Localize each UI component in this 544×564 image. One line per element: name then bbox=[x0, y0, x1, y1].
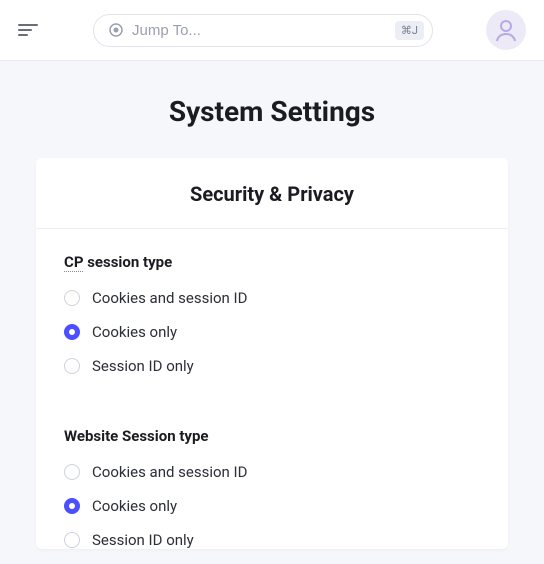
cp-session-type-section: CP session type Cookies and session ID C… bbox=[36, 229, 508, 375]
card-title: Security & Privacy bbox=[36, 182, 508, 206]
radio-indicator bbox=[64, 532, 80, 548]
field-label: CP session type bbox=[64, 253, 480, 271]
card-header: Security & Privacy bbox=[36, 158, 508, 229]
search-input[interactable] bbox=[132, 22, 387, 39]
page-title: System Settings bbox=[0, 95, 544, 128]
field-label: Website Session type bbox=[64, 427, 480, 445]
website-session-type-section: Website Session type Cookies and session… bbox=[36, 403, 508, 549]
user-icon bbox=[493, 17, 519, 43]
radio-indicator bbox=[64, 358, 80, 374]
radio-group: Cookies and session ID Cookies only Sess… bbox=[64, 289, 480, 375]
radio-label: Session ID only bbox=[92, 357, 194, 375]
avatar[interactable] bbox=[486, 10, 526, 50]
field-label-text: session type bbox=[83, 253, 172, 271]
search-container: ⌘J bbox=[58, 14, 468, 47]
search-shortcut: ⌘J bbox=[395, 21, 424, 40]
radio-indicator bbox=[64, 324, 80, 340]
target-icon bbox=[108, 22, 124, 38]
radio-option[interactable]: Session ID only bbox=[64, 357, 480, 375]
radio-option[interactable]: Cookies and session ID bbox=[64, 289, 480, 307]
radio-option[interactable]: Session ID only bbox=[64, 531, 480, 549]
radio-option[interactable]: Cookies and session ID bbox=[64, 463, 480, 481]
search-field[interactable]: ⌘J bbox=[93, 14, 433, 47]
radio-label: Cookies and session ID bbox=[92, 289, 247, 307]
radio-indicator bbox=[64, 290, 80, 306]
radio-indicator bbox=[64, 498, 80, 514]
radio-label: Cookies only bbox=[92, 497, 177, 515]
cp-abbr: CP bbox=[64, 253, 83, 272]
settings-card: Security & Privacy CP session type Cooki… bbox=[36, 158, 508, 549]
menu-icon[interactable] bbox=[18, 24, 40, 36]
radio-group: Cookies and session ID Cookies only Sess… bbox=[64, 463, 480, 549]
radio-label: Cookies only bbox=[92, 323, 177, 341]
radio-label: Cookies and session ID bbox=[92, 463, 247, 481]
radio-indicator bbox=[64, 464, 80, 480]
radio-option[interactable]: Cookies only bbox=[64, 323, 480, 341]
app-header: ⌘J bbox=[0, 0, 544, 61]
radio-label: Session ID only bbox=[92, 531, 194, 549]
radio-option[interactable]: Cookies only bbox=[64, 497, 480, 515]
